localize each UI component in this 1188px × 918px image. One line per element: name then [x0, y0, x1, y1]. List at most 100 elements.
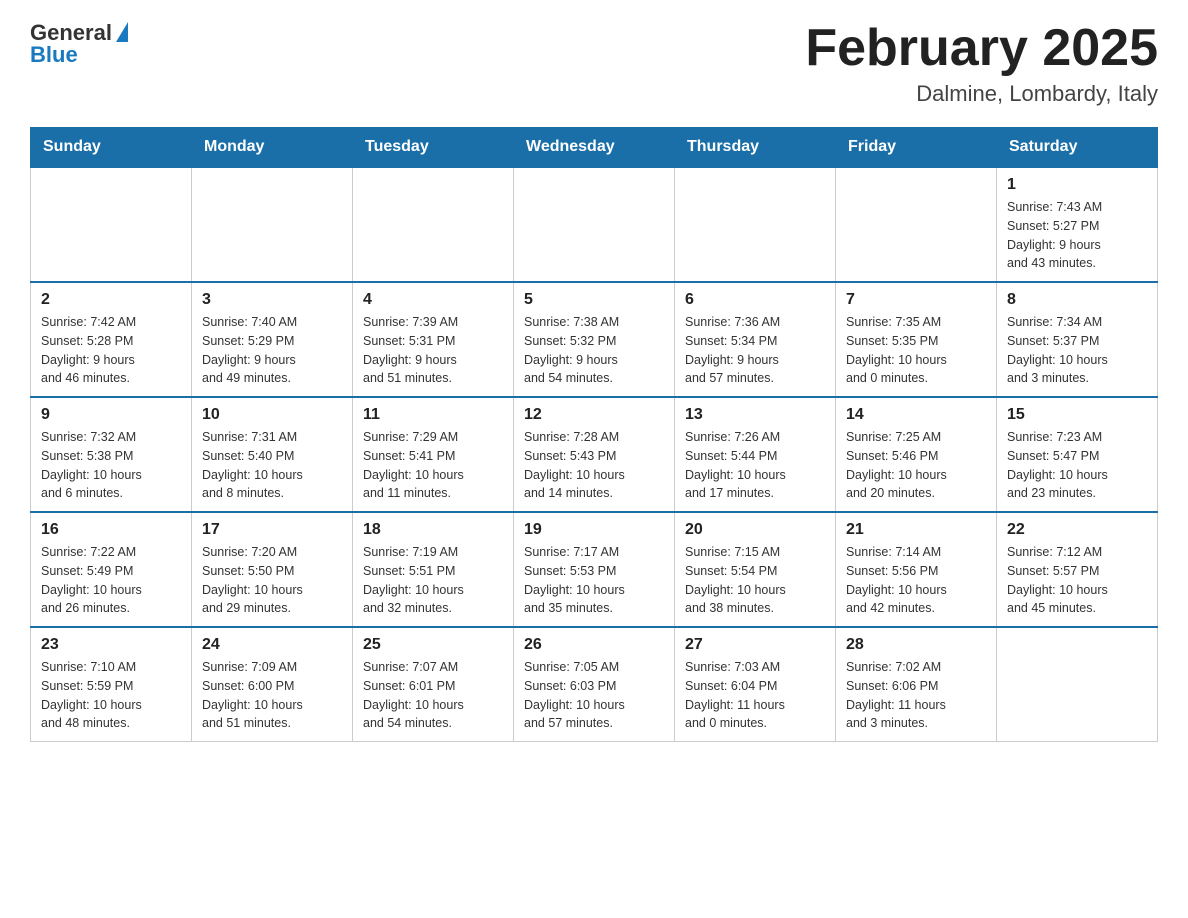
title-section: February 2025 Dalmine, Lombardy, Italy [805, 20, 1158, 107]
day-number: 2 [41, 291, 181, 309]
calendar-day-cell: 5 Sunrise: 7:38 AM Sunset: 5:32 PM Daylig… [514, 282, 675, 397]
day-number: 26 [524, 636, 664, 654]
day-number: 8 [1007, 291, 1147, 309]
calendar-week-row: 16 Sunrise: 7:22 AM Sunset: 5:49 PM Dayli… [31, 512, 1158, 627]
day-number: 9 [41, 406, 181, 424]
day-info: Sunrise: 7:34 AM Sunset: 5:37 PM Dayligh… [1007, 313, 1147, 388]
calendar-day-cell [192, 167, 353, 282]
day-info: Sunrise: 7:36 AM Sunset: 5:34 PM Dayligh… [685, 313, 825, 388]
day-number: 28 [846, 636, 986, 654]
calendar-day-cell: 2 Sunrise: 7:42 AM Sunset: 5:28 PM Daylig… [31, 282, 192, 397]
day-number: 1 [1007, 176, 1147, 194]
calendar-day-cell [836, 167, 997, 282]
month-title: February 2025 [805, 20, 1158, 77]
day-info: Sunrise: 7:03 AM Sunset: 6:04 PM Dayligh… [685, 658, 825, 733]
day-info: Sunrise: 7:28 AM Sunset: 5:43 PM Dayligh… [524, 428, 664, 503]
day-number: 20 [685, 521, 825, 539]
day-number: 6 [685, 291, 825, 309]
day-number: 21 [846, 521, 986, 539]
day-info: Sunrise: 7:12 AM Sunset: 5:57 PM Dayligh… [1007, 543, 1147, 618]
calendar-day-cell: 13 Sunrise: 7:26 AM Sunset: 5:44 PM Dayli… [675, 397, 836, 512]
calendar-table: SundayMondayTuesdayWednesdayThursdayFrid… [30, 127, 1158, 742]
logo: General Blue [30, 20, 128, 68]
calendar-day-cell: 10 Sunrise: 7:31 AM Sunset: 5:40 PM Dayli… [192, 397, 353, 512]
calendar-week-row: 1Sunrise: 7:43 AM Sunset: 5:27 PM Daylig… [31, 167, 1158, 282]
day-number: 18 [363, 521, 503, 539]
calendar-day-cell: 26Sunrise: 7:05 AM Sunset: 6:03 PM Dayli… [514, 627, 675, 742]
day-info: Sunrise: 7:10 AM Sunset: 5:59 PM Dayligh… [41, 658, 181, 733]
day-number: 17 [202, 521, 342, 539]
day-number: 19 [524, 521, 664, 539]
day-number: 14 [846, 406, 986, 424]
calendar-day-cell [31, 167, 192, 282]
calendar-day-cell: 15Sunrise: 7:23 AM Sunset: 5:47 PM Dayli… [997, 397, 1158, 512]
day-header-monday: Monday [192, 128, 353, 168]
day-info: Sunrise: 7:17 AM Sunset: 5:53 PM Dayligh… [524, 543, 664, 618]
calendar-day-cell: 9 Sunrise: 7:32 AM Sunset: 5:38 PM Daylig… [31, 397, 192, 512]
day-number: 27 [685, 636, 825, 654]
calendar-day-cell: 16 Sunrise: 7:22 AM Sunset: 5:49 PM Dayli… [31, 512, 192, 627]
day-header-friday: Friday [836, 128, 997, 168]
calendar-day-cell [514, 167, 675, 282]
day-info: Sunrise: 7:26 AM Sunset: 5:44 PM Dayligh… [685, 428, 825, 503]
day-info: Sunrise: 7:20 AM Sunset: 5:50 PM Dayligh… [202, 543, 342, 618]
page-header: General Blue February 2025 Dalmine, Lomb… [30, 20, 1158, 107]
day-number: 22 [1007, 521, 1147, 539]
calendar-day-cell: 20Sunrise: 7:15 AM Sunset: 5:54 PM Dayli… [675, 512, 836, 627]
day-info: Sunrise: 7:02 AM Sunset: 6:06 PM Dayligh… [846, 658, 986, 733]
day-info: Sunrise: 7:38 AM Sunset: 5:32 PM Dayligh… [524, 313, 664, 388]
day-header-wednesday: Wednesday [514, 128, 675, 168]
calendar-day-cell: 8 Sunrise: 7:34 AM Sunset: 5:37 PM Daylig… [997, 282, 1158, 397]
calendar-day-cell: 4Sunrise: 7:39 AM Sunset: 5:31 PM Daylig… [353, 282, 514, 397]
day-info: Sunrise: 7:40 AM Sunset: 5:29 PM Dayligh… [202, 313, 342, 388]
calendar-day-cell [353, 167, 514, 282]
day-info: Sunrise: 7:19 AM Sunset: 5:51 PM Dayligh… [363, 543, 503, 618]
calendar-day-cell: 23Sunrise: 7:10 AM Sunset: 5:59 PM Dayli… [31, 627, 192, 742]
day-info: Sunrise: 7:23 AM Sunset: 5:47 PM Dayligh… [1007, 428, 1147, 503]
logo-blue-text: Blue [30, 42, 78, 68]
day-number: 12 [524, 406, 664, 424]
calendar-header-row: SundayMondayTuesdayWednesdayThursdayFrid… [31, 128, 1158, 168]
calendar-day-cell: 7 Sunrise: 7:35 AM Sunset: 5:35 PM Daylig… [836, 282, 997, 397]
calendar-day-cell: 6 Sunrise: 7:36 AM Sunset: 5:34 PM Daylig… [675, 282, 836, 397]
calendar-day-cell [675, 167, 836, 282]
calendar-week-row: 9 Sunrise: 7:32 AM Sunset: 5:38 PM Daylig… [31, 397, 1158, 512]
day-header-sunday: Sunday [31, 128, 192, 168]
day-header-thursday: Thursday [675, 128, 836, 168]
day-number: 25 [363, 636, 503, 654]
day-number: 11 [363, 406, 503, 424]
calendar-day-cell: 1Sunrise: 7:43 AM Sunset: 5:27 PM Daylig… [997, 167, 1158, 282]
calendar-day-cell: 25 Sunrise: 7:07 AM Sunset: 6:01 PM Dayli… [353, 627, 514, 742]
day-number: 13 [685, 406, 825, 424]
logo-triangle-icon [116, 22, 128, 42]
day-number: 7 [846, 291, 986, 309]
day-number: 24 [202, 636, 342, 654]
day-number: 16 [41, 521, 181, 539]
calendar-day-cell: 14 Sunrise: 7:25 AM Sunset: 5:46 PM Dayli… [836, 397, 997, 512]
day-info: Sunrise: 7:29 AM Sunset: 5:41 PM Dayligh… [363, 428, 503, 503]
calendar-day-cell: 22 Sunrise: 7:12 AM Sunset: 5:57 PM Dayli… [997, 512, 1158, 627]
day-info: Sunrise: 7:32 AM Sunset: 5:38 PM Dayligh… [41, 428, 181, 503]
day-header-tuesday: Tuesday [353, 128, 514, 168]
day-number: 5 [524, 291, 664, 309]
day-info: Sunrise: 7:07 AM Sunset: 6:01 PM Dayligh… [363, 658, 503, 733]
day-info: Sunrise: 7:22 AM Sunset: 5:49 PM Dayligh… [41, 543, 181, 618]
calendar-day-cell: 18 Sunrise: 7:19 AM Sunset: 5:51 PM Dayli… [353, 512, 514, 627]
calendar-day-cell: 3 Sunrise: 7:40 AM Sunset: 5:29 PM Daylig… [192, 282, 353, 397]
calendar-day-cell: 24Sunrise: 7:09 AM Sunset: 6:00 PM Dayli… [192, 627, 353, 742]
day-info: Sunrise: 7:42 AM Sunset: 5:28 PM Dayligh… [41, 313, 181, 388]
calendar-day-cell: 11 Sunrise: 7:29 AM Sunset: 5:41 PM Dayli… [353, 397, 514, 512]
day-info: Sunrise: 7:31 AM Sunset: 5:40 PM Dayligh… [202, 428, 342, 503]
location-subtitle: Dalmine, Lombardy, Italy [805, 81, 1158, 107]
day-number: 10 [202, 406, 342, 424]
calendar-day-cell: 12 Sunrise: 7:28 AM Sunset: 5:43 PM Dayli… [514, 397, 675, 512]
day-info: Sunrise: 7:25 AM Sunset: 5:46 PM Dayligh… [846, 428, 986, 503]
day-info: Sunrise: 7:35 AM Sunset: 5:35 PM Dayligh… [846, 313, 986, 388]
day-header-saturday: Saturday [997, 128, 1158, 168]
calendar-day-cell [997, 627, 1158, 742]
day-number: 3 [202, 291, 342, 309]
day-info: Sunrise: 7:39 AM Sunset: 5:31 PM Dayligh… [363, 313, 503, 388]
calendar-day-cell: 17 Sunrise: 7:20 AM Sunset: 5:50 PM Dayli… [192, 512, 353, 627]
calendar-day-cell: 19 Sunrise: 7:17 AM Sunset: 5:53 PM Dayli… [514, 512, 675, 627]
calendar-week-row: 23Sunrise: 7:10 AM Sunset: 5:59 PM Dayli… [31, 627, 1158, 742]
